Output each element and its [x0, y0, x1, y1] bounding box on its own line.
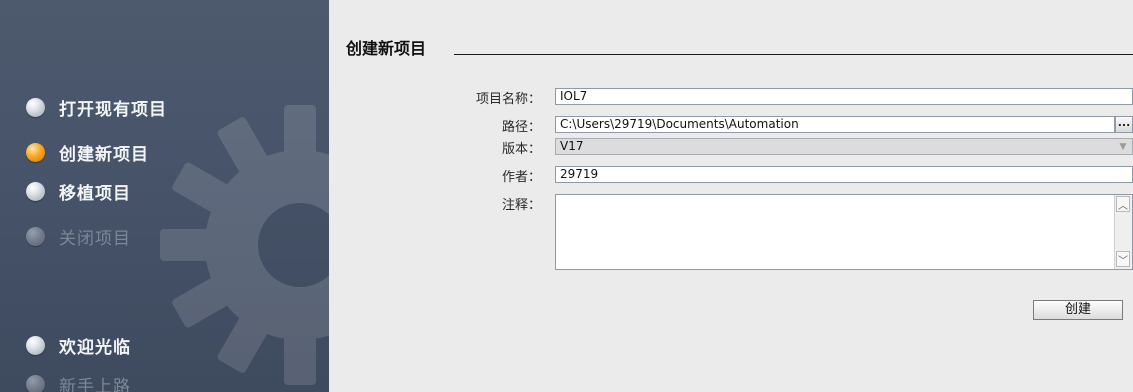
- chevron-down-icon[interactable]: ▼: [1113, 138, 1133, 155]
- path-input[interactable]: C:\Users\29719\Documents\Automation: [555, 116, 1115, 133]
- sidebar-item-open-project[interactable]: 打开现有项目: [26, 95, 167, 120]
- sidebar-item-close-project: 关闭项目: [26, 224, 131, 249]
- comment-scrollbar[interactable]: ︿ ﹀: [1114, 195, 1132, 269]
- chevron-up-icon[interactable]: ︿: [1116, 196, 1130, 212]
- sidebar-item-create-project[interactable]: 创建新项目: [26, 140, 149, 165]
- sidebar-item-label: 打开现有项目: [59, 99, 167, 120]
- bullet-icon: [26, 374, 45, 392]
- sidebar-item-first-steps: 新手上路: [26, 372, 131, 392]
- chevron-down-icon[interactable]: ﹀: [1116, 251, 1130, 267]
- title-divider: [454, 54, 1133, 55]
- create-button[interactable]: 创建: [1033, 300, 1123, 320]
- gear-icon: [160, 105, 329, 385]
- author-input[interactable]: 29719: [555, 166, 1133, 183]
- sidebar-item-welcome[interactable]: 欢迎光临: [26, 333, 131, 358]
- comment-label: 注释：: [501, 198, 541, 213]
- page-title: 创建新项目: [346, 39, 427, 58]
- bullet-icon: [26, 226, 45, 246]
- comment-textarea[interactable]: ︿ ﹀: [555, 194, 1133, 270]
- bullet-icon: [26, 335, 45, 355]
- path-label: 路径：: [501, 120, 541, 135]
- bullet-icon: [26, 97, 45, 117]
- version-select[interactable]: V17: [555, 138, 1133, 155]
- project-name-input[interactable]: IOL7: [555, 88, 1133, 105]
- bullet-icon: [26, 142, 45, 162]
- sidebar-item-label: 欢迎光临: [59, 337, 131, 358]
- author-label: 作者：: [501, 170, 541, 185]
- sidebar-item-migrate-project[interactable]: 移植项目: [26, 179, 131, 204]
- portal-sidebar: 打开现有项目 创建新项目 移植项目 关闭项目 欢迎光临 新手上路: [0, 0, 329, 392]
- version-label: 版本：: [501, 142, 541, 157]
- sidebar-item-label: 创建新项目: [59, 144, 149, 165]
- bullet-icon: [26, 181, 45, 201]
- create-project-panel: 创建新项目 项目名称： IOL7 路径： C:\Users\29719\Docu…: [329, 0, 1133, 392]
- sidebar-item-label: 移植项目: [59, 183, 131, 204]
- project-name-label: 项目名称：: [475, 92, 541, 107]
- sidebar-item-label: 关闭项目: [59, 228, 131, 249]
- sidebar-item-label: 新手上路: [59, 376, 131, 392]
- browse-button[interactable]: ...: [1115, 116, 1133, 133]
